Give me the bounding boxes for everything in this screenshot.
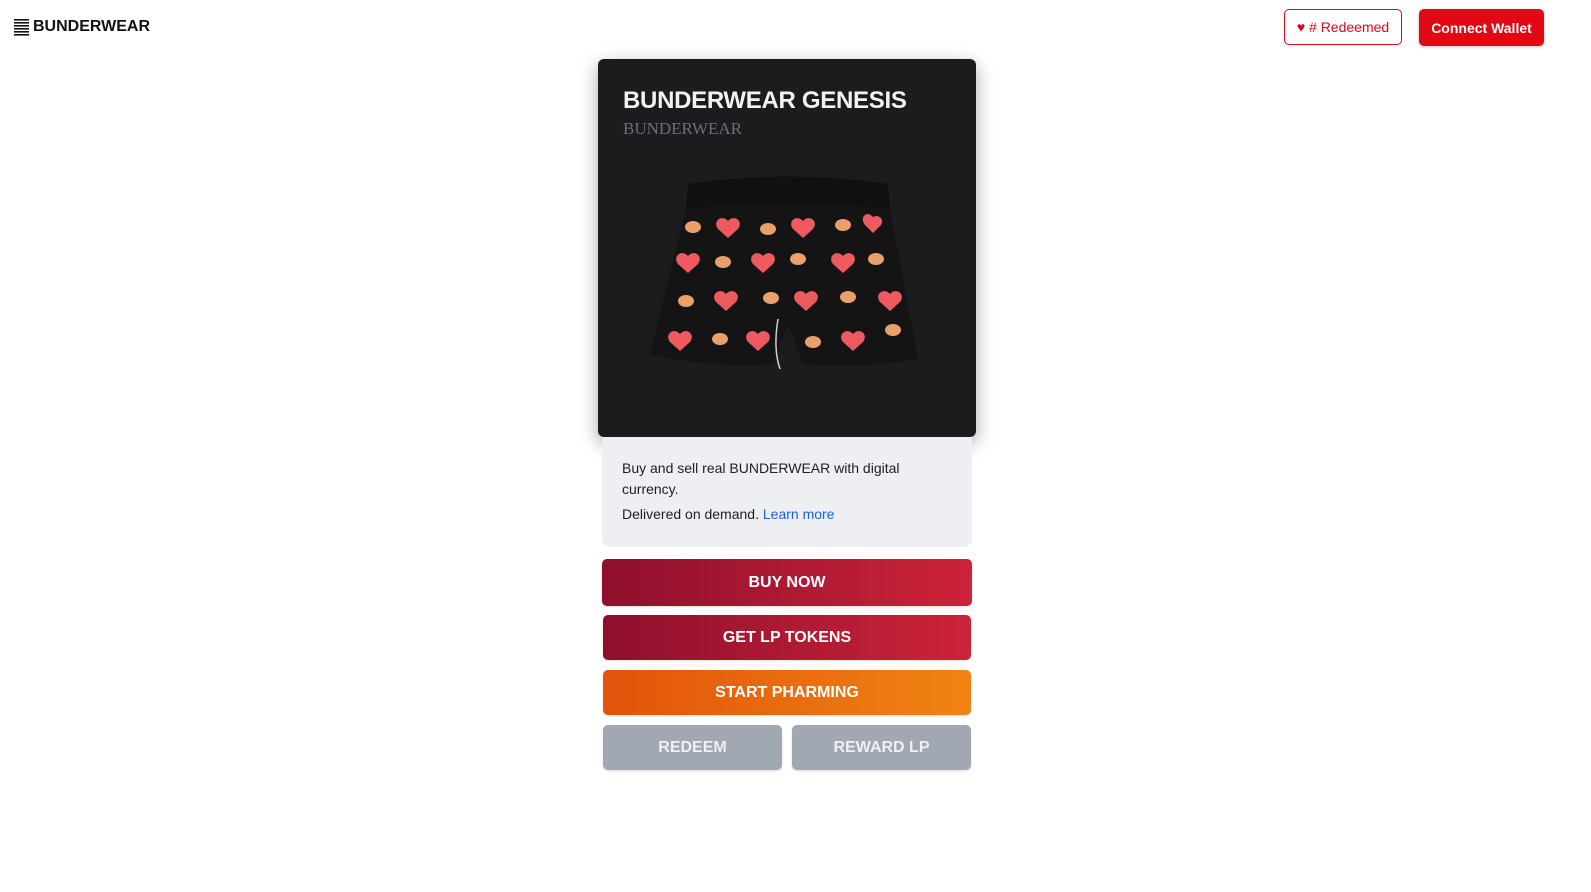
brand-name: BUNDERWEAR: [33, 18, 151, 35]
brand[interactable]: BUNDERWEAR: [14, 17, 150, 37]
get-lp-tokens-button[interactable]: GET LP TOKENS: [603, 615, 971, 660]
menu-icon: [14, 19, 29, 36]
description-text: Buy and sell real BUNDERWEAR with digita…: [622, 460, 900, 497]
redeemed-button[interactable]: ♥ # Redeemed: [1284, 9, 1402, 45]
boxer-shorts-image: [650, 176, 918, 370]
product-description: Buy and sell real BUNDERWEAR with digita…: [602, 437, 972, 547]
buy-now-button[interactable]: BUY NOW: [602, 559, 972, 606]
product-title: BUNDERWEAR GENESIS: [623, 87, 907, 114]
redeem-button[interactable]: REDEEM: [603, 725, 782, 770]
learn-more-link[interactable]: Learn more: [763, 506, 835, 522]
connect-wallet-button[interactable]: Connect Wallet: [1419, 9, 1544, 46]
delivery-text: Delivered on demand. Learn more: [622, 504, 952, 525]
delivery-label: Delivered on demand.: [622, 506, 759, 522]
product-card: BUNDERWEAR GENESIS BUNDERWEAR: [598, 59, 976, 437]
start-pharming-button[interactable]: START PHARMING: [603, 670, 971, 715]
reward-lp-button[interactable]: REWARD LP: [792, 725, 971, 770]
product-subtitle: BUNDERWEAR: [623, 119, 742, 138]
